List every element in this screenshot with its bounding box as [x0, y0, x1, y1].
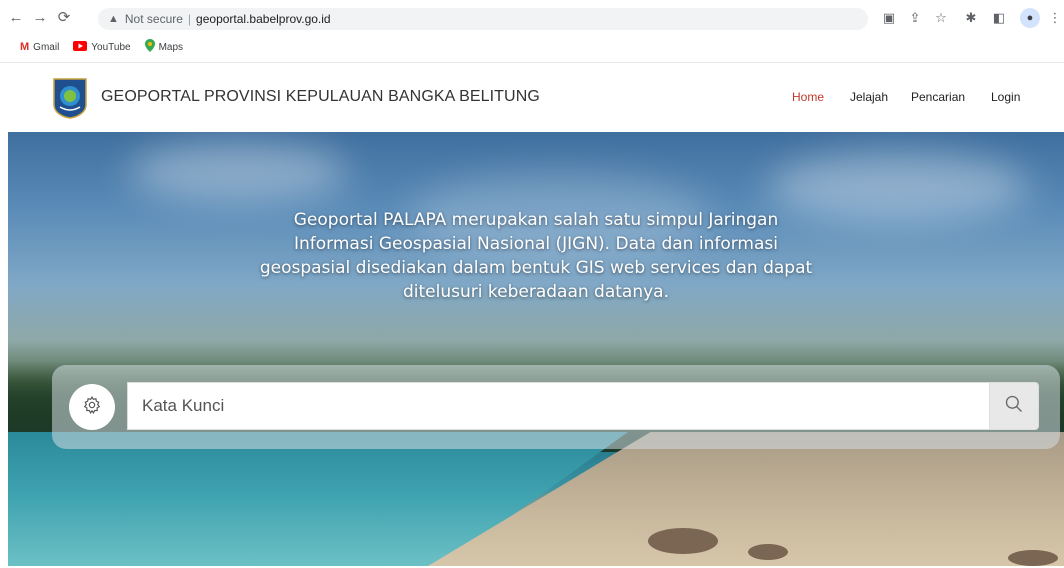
- divider: |: [187, 12, 192, 26]
- url-text: geoportal.babelprov.go.id: [196, 12, 331, 26]
- sidepanel-icon[interactable]: ◧: [990, 9, 1008, 27]
- site-header: GEOPORTAL PROVINSI KEPULAUAN BANGKA BELI…: [0, 62, 1064, 132]
- province-logo[interactable]: [52, 77, 88, 119]
- hero-line: ditelusuri keberadaan datanya.: [403, 282, 669, 302]
- rock: [748, 544, 788, 560]
- maps-icon: [144, 39, 155, 55]
- search-input[interactable]: Kata Kunci: [127, 382, 989, 430]
- rock: [1008, 550, 1058, 566]
- back-icon[interactable]: ←: [6, 8, 26, 28]
- address-bar[interactable]: ▲ Not secure | geoportal.babelprov.go.id: [98, 8, 868, 30]
- hero-line: geospasial disediakan dalam bentuk GIS w…: [259, 258, 813, 278]
- search-panel: Kata Kunci: [52, 365, 1060, 449]
- gear-icon: [82, 395, 102, 420]
- hero-description: Geoportal PALAPA merupakan salah satu si…: [218, 208, 854, 304]
- hero-line: Geoportal PALAPA merupakan salah satu si…: [293, 210, 779, 230]
- star-icon[interactable]: ☆: [932, 9, 950, 27]
- cloud: [128, 142, 348, 202]
- browser-toolbar: ← → ⟳ ▲ Not secure | geoportal.babelprov…: [0, 0, 1064, 36]
- gmail-icon: M: [20, 41, 30, 53]
- nav-jelajah[interactable]: Jelajah: [850, 90, 888, 104]
- nav-pencarian[interactable]: Pencarian: [911, 90, 965, 104]
- security-label: Not secure: [124, 12, 183, 26]
- menu-icon[interactable]: ⋮: [1046, 9, 1064, 27]
- bookmark-label: Maps: [158, 41, 184, 53]
- forward-icon[interactable]: →: [30, 8, 50, 28]
- rock: [648, 528, 718, 554]
- bookmark-label: Gmail: [33, 41, 60, 53]
- bookmark-gmail[interactable]: M Gmail: [20, 41, 59, 53]
- reload-icon[interactable]: ⟳: [54, 8, 74, 28]
- hero-banner: Geoportal PALAPA merupakan salah satu si…: [8, 132, 1064, 566]
- nav-home[interactable]: Home: [792, 90, 824, 104]
- youtube-icon: [73, 40, 88, 54]
- search-button[interactable]: [989, 382, 1039, 430]
- hero-line: Informasi Geospasial Nasional (JIGN). Da…: [294, 234, 778, 254]
- bookmark-youtube[interactable]: YouTube: [73, 40, 131, 54]
- profile-avatar-icon[interactable]: ●: [1020, 8, 1040, 28]
- bookmark-label: YouTube: [91, 41, 131, 53]
- warning-icon[interactable]: ▲: [108, 13, 119, 25]
- site-title[interactable]: GEOPORTAL PROVINSI KEPULAUAN BANGKA BELI…: [101, 88, 540, 106]
- search-icon: [1004, 394, 1024, 419]
- bookmarks-bar: M Gmail YouTube Maps: [0, 36, 1064, 58]
- translate-icon[interactable]: ▣: [880, 9, 898, 27]
- nav-login[interactable]: Login: [991, 90, 1020, 104]
- extensions-icon[interactable]: ✱: [962, 9, 980, 27]
- search-settings-button[interactable]: [69, 384, 115, 430]
- share-icon[interactable]: ⇪: [906, 9, 924, 27]
- bookmark-maps[interactable]: Maps: [144, 39, 184, 55]
